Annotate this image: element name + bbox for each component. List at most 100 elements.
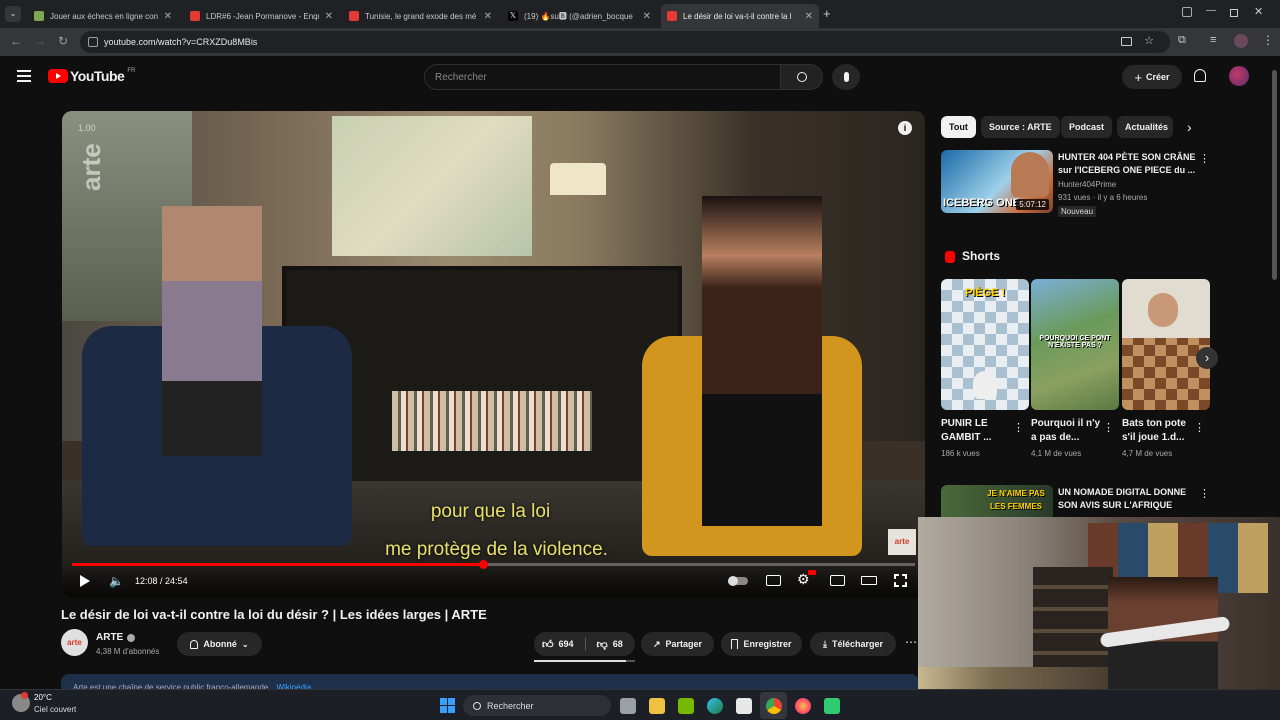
browser-tab[interactable]: Tunisie, le grand exode des mé ✕ <box>343 4 498 28</box>
youtube-logo[interactable]: YouTube FR <box>48 68 135 84</box>
minimize-icon[interactable]: — <box>1206 5 1216 16</box>
close-tab-icon[interactable]: ✕ <box>643 11 651 22</box>
extension-puzzle-icon[interactable]: ⧉ <box>1178 34 1186 47</box>
account-avatar[interactable] <box>1229 66 1249 86</box>
hamburger-menu-icon[interactable] <box>17 70 31 82</box>
new-tab-icon[interactable]: + <box>823 6 831 21</box>
browser-menu-icon[interactable]: ⋮ <box>1262 33 1274 47</box>
more-actions-icon[interactable]: ⋯ <box>905 635 917 649</box>
browser-tab[interactable]: Jouer aux échecs en ligne contr ✕ <box>28 4 178 28</box>
short-card[interactable]: PIÈGE ! PUNIR LE GAMBIT ... 186 k vues ⋮ <box>941 279 1029 458</box>
chip-news[interactable]: Actualités <box>1117 116 1173 138</box>
short-menu-icon[interactable]: ⋮ <box>1103 421 1114 434</box>
shorts-next-button[interactable]: › <box>1196 347 1218 369</box>
maximize-icon[interactable] <box>1230 9 1238 17</box>
recommended-menu-icon[interactable]: ⋮ <box>1199 152 1210 165</box>
recommended-channel[interactable]: Hunter404Prime <box>1058 180 1116 189</box>
play-icon[interactable] <box>80 575 90 587</box>
search-input[interactable]: Rechercher <box>424 64 781 90</box>
short-thumbnail[interactable]: POURQUOI CE PONT N'EXISTE PAS ? <box>1031 279 1119 410</box>
short-card[interactable]: Bats ton pote s'il joue 1.d... 4,7 M de … <box>1122 279 1210 458</box>
bell-icon <box>190 639 199 649</box>
miniplayer-icon[interactable] <box>830 575 845 586</box>
volume-icon[interactable]: 🔈 <box>109 574 124 588</box>
download-button[interactable]: ⤓ Télécharger <box>810 632 896 656</box>
notifications-bell-icon[interactable] <box>1194 69 1206 82</box>
like-button[interactable]: 👍︎ 694 <box>542 638 574 651</box>
browser-tab-active[interactable]: Le désir de loi va-t-il contre la l ✕ <box>661 4 819 28</box>
recommended-video-thumbnail[interactable]: ICEBERG ONE 5:07:12 <box>941 150 1053 213</box>
region-code: FR <box>127 68 136 74</box>
thumb-text: ICEBERG ONE <box>943 197 1021 209</box>
player-controls <box>62 562 925 598</box>
chrome-icon[interactable] <box>766 698 782 714</box>
recommended-video-title[interactable]: HUNTER 404 PÈTE SON CRÂNE sur l'ICEBERG … <box>1058 151 1196 177</box>
chevron-right-icon[interactable]: › <box>1187 119 1192 135</box>
edge-icon[interactable] <box>707 698 723 714</box>
file-explorer-icon[interactable] <box>649 698 665 714</box>
back-icon[interactable]: ← <box>10 34 22 48</box>
url-field[interactable]: youtube.com/watch?v=CRXZDu8MBis ☆ <box>80 31 1170 53</box>
x-favicon-icon: 𝕏 <box>508 11 518 21</box>
bookmark-star-icon[interactable]: ☆ <box>1144 34 1154 47</box>
short-menu-icon[interactable]: ⋮ <box>1013 421 1024 434</box>
next-video-menu-icon[interactable]: ⋮ <box>1199 487 1210 500</box>
like-ratio-bar <box>534 660 635 662</box>
plus-icon: + <box>1134 69 1143 85</box>
share-button[interactable]: ↗ Partager <box>641 632 714 656</box>
info-icon[interactable]: i <box>898 121 912 135</box>
short-thumbnail[interactable]: PIÈGE ! <box>941 279 1029 410</box>
close-tab-icon[interactable]: ✕ <box>805 11 813 22</box>
store-icon[interactable] <box>736 698 752 714</box>
profile-icon[interactable] <box>1234 34 1248 48</box>
close-tab-icon[interactable]: ✕ <box>325 11 333 22</box>
next-video-title[interactable]: UN NOMADE DIGITAL DONNE SON AVIS SUR L'A… <box>1058 486 1198 512</box>
short-thumbnail[interactable] <box>1122 279 1210 410</box>
site-info-icon[interactable] <box>88 37 98 47</box>
reading-list-icon[interactable]: ≡ <box>1210 34 1216 46</box>
task-view-icon[interactable] <box>620 698 636 714</box>
fullscreen-icon[interactable] <box>894 574 907 587</box>
close-tab-icon[interactable]: ✕ <box>484 11 492 22</box>
channel-name[interactable]: ARTE <box>96 632 136 643</box>
nvidia-icon[interactable] <box>678 698 694 714</box>
autoplay-toggle[interactable] <box>728 576 748 586</box>
progress-scrubber[interactable] <box>478 560 488 569</box>
dislike-button[interactable]: 👎︎ 68 <box>597 638 623 651</box>
app-icon[interactable] <box>824 698 840 714</box>
close-window-icon[interactable]: ✕ <box>1254 5 1263 18</box>
chip-source-arte[interactable]: Source : ARTE <box>981 116 1060 138</box>
progress-bar[interactable] <box>72 560 915 569</box>
subtitles-icon[interactable] <box>766 575 781 586</box>
skull-icon <box>973 371 997 399</box>
short-menu-icon[interactable]: ⋮ <box>1194 421 1205 434</box>
browser-tab[interactable]: LDR#6 -Jean Pormanove - Enqu ✕ <box>184 4 339 28</box>
close-tab-icon[interactable]: ✕ <box>164 11 172 22</box>
voice-search-button[interactable] <box>832 64 860 90</box>
chip-all[interactable]: Tout <box>941 116 976 138</box>
reload-icon[interactable]: ↻ <box>58 34 68 48</box>
search-button[interactable] <box>781 64 823 90</box>
firefox-icon[interactable] <box>795 698 811 714</box>
browser-tab[interactable]: 𝕏 (19) 🔥su🅱 (@adrien_bocque ✕ <box>502 4 657 28</box>
channel-avatar[interactable]: arte <box>61 629 88 656</box>
chip-podcast[interactable]: Podcast <box>1061 116 1113 138</box>
browser-tab-bar: ⌄ Jouer aux échecs en ligne contr ✕ LDR#6… <box>0 0 1280 28</box>
video-player[interactable]: arte 1.00 i pour que la loi me protège d… <box>62 111 925 598</box>
forward-icon[interactable]: → <box>34 34 46 48</box>
tab-list-button[interactable]: ⌄ <box>5 6 21 22</box>
subscribed-button[interactable]: Abonné ⌄ <box>177 632 262 656</box>
weather-temp[interactable]: 20°C <box>34 693 52 702</box>
time-separator: / <box>157 576 166 586</box>
next-video-thumbnail[interactable]: JE N'AIME PAS LES FEMMES <box>941 485 1053 517</box>
short-card[interactable]: POURQUOI CE PONT N'EXISTE PAS ? Pourquoi… <box>1031 279 1119 458</box>
create-button[interactable]: + Créer <box>1122 65 1182 89</box>
windows-start-icon[interactable] <box>440 698 455 713</box>
taskbar-search[interactable]: Rechercher <box>463 695 611 716</box>
extensions-icon[interactable] <box>1182 7 1192 17</box>
cast-icon[interactable] <box>1121 37 1132 46</box>
save-button[interactable]: Enregistrer <box>721 632 802 656</box>
next-title-line-2: SON AVIS SUR L'AFRIQUE <box>1058 500 1173 510</box>
page-scrollbar[interactable] <box>1272 70 1277 280</box>
theater-mode-icon[interactable] <box>861 576 877 585</box>
